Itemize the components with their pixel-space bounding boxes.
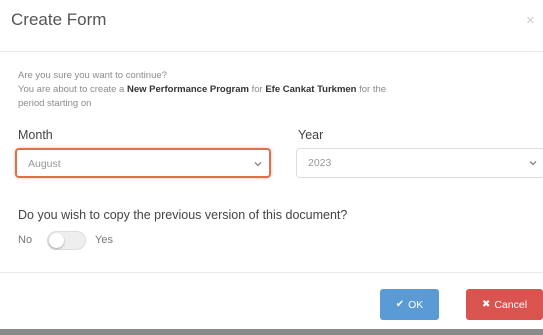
confirm-message-line1: Are you sure you want to continue?: [18, 70, 167, 81]
message-prefix: You are about to create a: [18, 84, 127, 95]
copy-question: Do you wish to copy the previous version…: [18, 208, 348, 222]
dialog-footer: [0, 272, 543, 335]
chevron-down-icon: [529, 161, 537, 166]
month-label: Month: [18, 128, 53, 142]
year-label: Year: [298, 128, 324, 142]
page-bottom-bar: [0, 329, 543, 335]
confirm-message-line2: You are about to create a New Performanc…: [18, 83, 386, 97]
copy-toggle-switch[interactable]: [47, 231, 86, 250]
toggle-yes-label: Yes: [95, 234, 113, 246]
ok-button[interactable]: ✔ OK: [380, 289, 439, 320]
toggle-no-label: No: [18, 234, 33, 246]
year-selected-value: 2023: [308, 157, 332, 169]
toggle-knob: [49, 233, 64, 248]
create-form-dialog: Create Form ✕ Are you sure you want to c…: [0, 0, 543, 335]
dialog-title: Create Form: [11, 10, 107, 29]
ok-label: OK: [408, 298, 424, 311]
chevron-down-icon: [254, 162, 262, 167]
program-name: New Performance Program: [126, 84, 249, 95]
x-icon: ✖: [481, 298, 491, 310]
check-icon: ✔: [395, 298, 405, 310]
message-suffix: for the: [356, 84, 387, 95]
confirm-message-line3: period starting on: [18, 98, 92, 109]
year-select[interactable]: 2023: [296, 148, 543, 178]
dialog-header: Create Form ✕: [0, 0, 543, 52]
copy-toggle-row: No Yes: [18, 231, 218, 251]
message-middle: for: [248, 84, 266, 95]
month-selected-value: August: [28, 158, 61, 170]
cancel-button[interactable]: ✖ Cancel: [466, 289, 543, 320]
month-select[interactable]: August: [15, 148, 271, 178]
close-icon[interactable]: ✕: [526, 14, 535, 27]
cancel-label: Cancel: [494, 298, 528, 311]
person-name: Efe Cankat Turkmen: [265, 84, 357, 95]
